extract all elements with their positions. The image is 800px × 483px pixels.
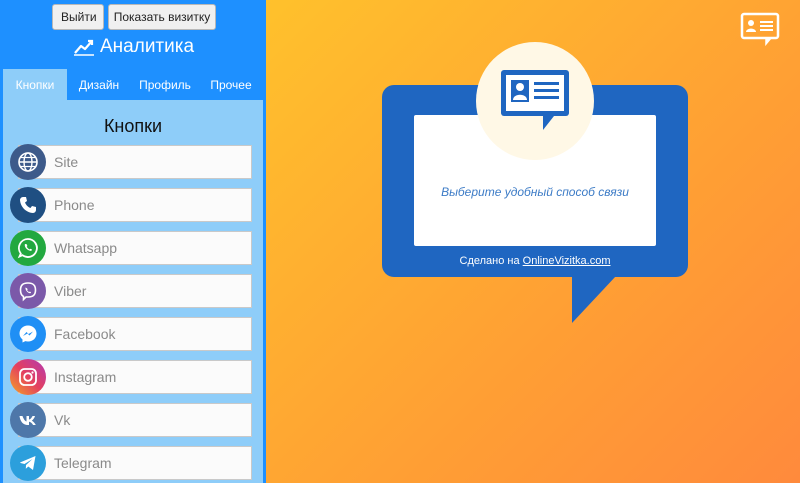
tab-design[interactable]: Дизайн: [67, 69, 131, 100]
site-field[interactable]: [18, 145, 252, 179]
telegram-field[interactable]: [18, 446, 252, 480]
contact-row-viber: [10, 273, 252, 309]
analytics-label: Аналитика: [100, 36, 195, 57]
whatsapp-field[interactable]: [18, 231, 252, 265]
phone-field[interactable]: [18, 188, 252, 222]
telegram-icon: [10, 445, 46, 481]
instagram-field[interactable]: [18, 360, 252, 394]
id-card-icon: [501, 70, 569, 130]
contact-row-facebook: [10, 316, 252, 352]
onlinevizitka-link[interactable]: OnlineVizitka.com: [523, 255, 611, 267]
viber-field[interactable]: [18, 274, 252, 308]
tab-other[interactable]: Прочее: [199, 69, 263, 100]
contact-card-icon[interactable]: [740, 12, 780, 51]
whatsapp-icon: [10, 230, 46, 266]
contact-prompt: Выберите удобный способ связи: [441, 185, 629, 199]
avatar-badge: [476, 42, 594, 160]
contact-row-vk: [10, 402, 252, 438]
contact-row-site: [10, 144, 252, 180]
editor-panel: Выйти Показать визитку Аналитика Кнопки …: [0, 0, 266, 483]
made-by-text: Сделано на: [459, 255, 523, 267]
contact-row-instagram: [10, 359, 252, 395]
preview-area: Выберите удобный способ связи Сделано на…: [266, 0, 800, 483]
facebook-field[interactable]: [18, 317, 252, 351]
contact-row-telegram: [10, 445, 252, 481]
instagram-icon: [10, 359, 46, 395]
buttons-content: Кнопки: [3, 100, 263, 483]
messenger-icon: [10, 316, 46, 352]
top-buttons: Выйти Показать визитку: [52, 4, 216, 30]
made-by-footer: Сделано на OnlineVizitka.com: [382, 255, 688, 267]
vk-field[interactable]: [18, 403, 252, 437]
globe-icon: [10, 144, 46, 180]
tab-profile[interactable]: Профиль: [131, 69, 199, 100]
analytics-link[interactable]: Аналитика: [73, 36, 194, 58]
chart-icon: [73, 38, 95, 56]
vk-icon: [10, 402, 46, 438]
show-card-button[interactable]: Показать визитку: [108, 4, 216, 30]
phone-icon: [10, 187, 46, 223]
speech-bubble-tail: [572, 276, 616, 323]
tab-buttons[interactable]: Кнопки: [3, 69, 67, 100]
contact-row-whatsapp: [10, 230, 252, 266]
exit-button[interactable]: Выйти: [52, 4, 104, 30]
section-title: Кнопки: [103, 116, 163, 136]
contact-row-phone: [10, 187, 252, 223]
viber-icon: [10, 273, 46, 309]
tab-bar: Кнопки Дизайн Профиль Прочее: [3, 69, 263, 100]
